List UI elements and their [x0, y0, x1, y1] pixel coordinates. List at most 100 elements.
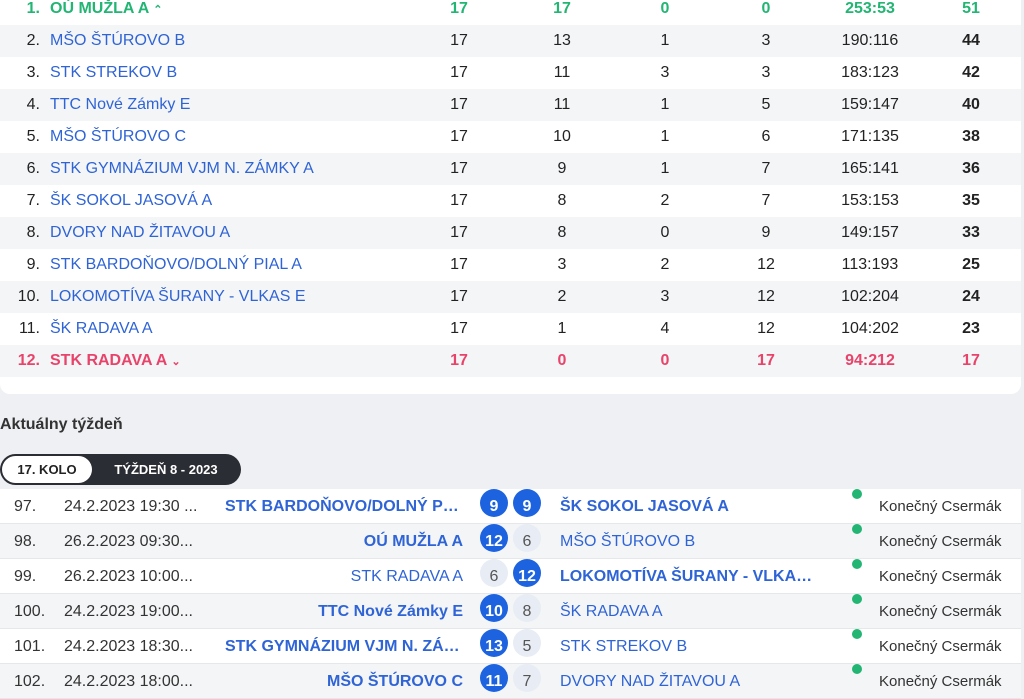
standings-played: 17 — [450, 288, 468, 305]
standings-team-name[interactable]: STK GYMNÁZIUM VJM N. ZÁMKY A — [50, 160, 314, 177]
standings-score: 102:204 — [841, 288, 899, 305]
standings-team-name[interactable]: LOKOMOTÍVA ŠURANY - VLKAS E — [50, 288, 305, 305]
standings-score: 159:147 — [841, 96, 899, 113]
match-away-team[interactable]: DVORY NAD ŽITAVOU A — [560, 664, 820, 699]
standings-played: 17 — [450, 256, 468, 273]
match-home-score: 12 — [480, 524, 508, 552]
standings-team-link[interactable]: DVORY NAD ŽITAVOU A — [50, 217, 230, 249]
match-away-team[interactable]: ŠK RADAVA A — [560, 594, 820, 629]
tab-round[interactable]: 17. KOLO — [2, 456, 92, 483]
standings-wins: 13 — [553, 32, 571, 49]
standings-row: 12. STK RADAVA A ⌄ 17 0 0 17 94:212 17 — [0, 345, 1021, 377]
standings-team-name[interactable]: DVORY NAD ŽITAVOU A — [50, 224, 230, 241]
standings-team-name[interactable]: MŠO ŠTÚROVO C — [50, 128, 186, 145]
match-row[interactable]: 100. 24.2.2023 19:00... TTC Nové Zámky E 10… — [0, 594, 1021, 629]
match-row[interactable]: 98. 26.2.2023 09:30... OÚ MUŽLA A 12 6 MŠO ŠT… — [0, 524, 1021, 559]
match-away-team[interactable]: MŠO ŠTÚROVO B — [560, 524, 820, 559]
standings-team-link[interactable]: MŠO ŠTÚROVO C — [50, 121, 186, 153]
match-row[interactable]: 97. 24.2.2023 19:30 ... STK BARDOŇOVO/DOLN… — [0, 489, 1021, 524]
standings-wins: 9 — [557, 160, 567, 177]
match-home-team[interactable]: STK GYMNÁZIUM VJM N. ZÁMKY A — [225, 629, 463, 664]
status-dot-icon — [852, 629, 862, 639]
standings-score: 171:135 — [841, 128, 899, 145]
match-home-team[interactable]: TTC Nové Zámky E — [225, 594, 463, 629]
standings-played: 17 — [450, 96, 468, 113]
match-away-team[interactable]: ŠK SOKOL JASOVÁ A — [560, 489, 820, 524]
match-home-team[interactable]: MŠO ŠTÚROVO C — [225, 664, 463, 699]
match-row[interactable]: 101. 24.2.2023 18:30... STK GYMNÁZIUM VJM … — [0, 629, 1021, 664]
match-home-team[interactable]: OÚ MUŽLA A — [225, 524, 463, 559]
standings-wins: 10 — [553, 128, 571, 145]
standings-team-link[interactable]: STK BARDOŇOVO/DOLNÝ PIAL A — [50, 249, 302, 281]
standings-played: 17 — [450, 224, 468, 241]
standings-draws: 3 — [660, 64, 670, 81]
standings-team-link[interactable]: ŠK SOKOL JASOVÁ A — [50, 185, 212, 217]
standings-points: 35 — [962, 192, 980, 209]
round-week-tabs: 17. KOLO TÝŽDEŇ 8 - 2023 — [0, 454, 241, 485]
match-away-team[interactable]: STK STREKOV B — [560, 629, 820, 664]
standings-draws: 1 — [660, 32, 670, 49]
standings-team-name[interactable]: TTC Nové Zámky E — [50, 96, 190, 113]
standings-row: 6. STK GYMNÁZIUM VJM N. ZÁMKY A 17 9 1 7 165:1… — [0, 153, 1021, 185]
status-dot-icon — [852, 664, 862, 674]
standings-losses: 12 — [757, 256, 775, 273]
standings-team-link[interactable]: TTC Nové Zámky E — [50, 89, 190, 121]
standings-team-link[interactable]: ŠK RADAVA A — [50, 313, 153, 345]
standings-losses: 7 — [761, 192, 771, 209]
standings-team-name[interactable]: STK STREKOV B — [50, 64, 177, 81]
standings-points: 24 — [962, 288, 980, 305]
standings-team-name[interactable]: ŠK RADAVA A — [50, 320, 153, 337]
match-row[interactable]: 99. 26.2.2023 10:00... STK RADAVA A 6 12 LOKO… — [0, 559, 1021, 594]
standings-losses: 17 — [757, 352, 775, 369]
standings-score: 104:202 — [841, 320, 899, 337]
standings-team-name[interactable]: OÚ MUŽLA A — [50, 0, 149, 17]
standings-rank: 5. — [26, 128, 40, 145]
standings-losses: 3 — [761, 64, 771, 81]
standings-score: 153:153 — [841, 192, 899, 209]
standings-losses: 7 — [761, 160, 771, 177]
match-row[interactable]: 102. 24.2.2023 18:00... MŠO ŠTÚROVO C 11 7 DV… — [0, 664, 1021, 699]
standings-team-link[interactable]: MŠO ŠTÚROVO B — [50, 25, 185, 57]
standings-played: 17 — [450, 160, 468, 177]
standings-wins: 11 — [553, 96, 571, 113]
standings-points: 17 — [962, 352, 980, 369]
standings-rank: 10. — [17, 288, 40, 305]
standings-played: 17 — [450, 64, 468, 81]
section-title-current-week: Aktuálny týždeň — [0, 416, 123, 433]
match-number: 101. — [14, 638, 46, 655]
standings-points: 40 — [962, 96, 980, 113]
standings-row: 3. STK STREKOV B 17 11 3 3 183:123 42 — [0, 57, 1021, 89]
standings-team-link[interactable]: OÚ MUŽLA A ⌃ — [50, 0, 162, 26]
match-home-team[interactable]: STK BARDOŇOVO/DOLNÝ PIAL A — [225, 489, 463, 524]
standings-wins: 1 — [557, 320, 567, 337]
tab-week[interactable]: TÝŽDEŇ 8 - 2023 — [96, 454, 236, 485]
standings-team-name[interactable]: STK RADAVA A — [50, 352, 167, 369]
standings-team-link[interactable]: STK RADAVA A ⌄ — [50, 345, 181, 378]
match-away-score: 6 — [513, 524, 541, 552]
standings-rank: 12. — [17, 352, 40, 369]
match-referee: Konečný Csermák — [879, 638, 1002, 655]
standings-row: 4. TTC Nové Zámky E 17 11 1 5 159:147 40 — [0, 89, 1021, 121]
match-home-team[interactable]: STK RADAVA A — [225, 559, 463, 594]
standings-played: 17 — [450, 192, 468, 209]
standings-team-name[interactable]: STK BARDOŇOVO/DOLNÝ PIAL A — [50, 256, 302, 273]
match-away-score: 9 — [513, 489, 541, 517]
standings-draws: 0 — [660, 352, 670, 369]
standings-team-link[interactable]: LOKOMOTÍVA ŠURANY - VLKAS E — [50, 281, 305, 313]
match-away-score: 7 — [513, 664, 541, 692]
standings-team-link[interactable]: STK GYMNÁZIUM VJM N. ZÁMKY A — [50, 153, 314, 185]
standings-row: 7. ŠK SOKOL JASOVÁ A 17 8 2 7 153:153 35 — [0, 185, 1021, 217]
match-referee: Konečný Csermák — [879, 673, 1002, 690]
standings-losses: 6 — [761, 128, 771, 145]
standings-draws: 2 — [660, 256, 670, 273]
match-date: 24.2.2023 18:30... — [64, 638, 193, 655]
standings-team-link[interactable]: STK STREKOV B — [50, 57, 177, 89]
standings-row: 10. LOKOMOTÍVA ŠURANY - VLKAS E 17 2 3 12 102:… — [0, 281, 1021, 313]
match-away-team[interactable]: LOKOMOTÍVA ŠURANY - VLKAS E — [560, 559, 820, 594]
match-referee: Konečný Csermák — [879, 568, 1002, 585]
standings-losses: 9 — [761, 224, 771, 241]
standings-team-name[interactable]: ŠK SOKOL JASOVÁ A — [50, 192, 212, 209]
standings-team-name[interactable]: MŠO ŠTÚROVO B — [50, 32, 185, 49]
match-home-score: 13 — [480, 629, 508, 657]
standings-rank: 3. — [26, 64, 40, 81]
